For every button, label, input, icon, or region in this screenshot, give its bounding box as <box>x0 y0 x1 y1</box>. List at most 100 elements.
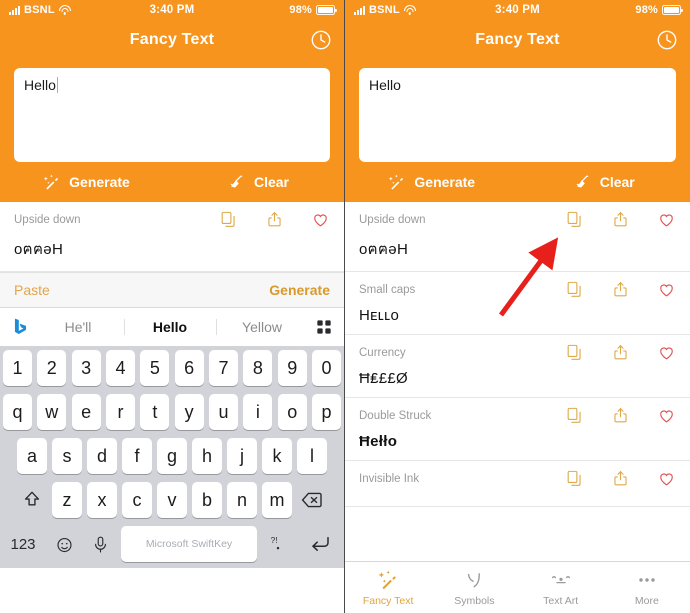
punctuation-key[interactable]: ?! <box>263 526 293 562</box>
key-b[interactable]: b <box>192 482 222 518</box>
share-icon[interactable] <box>611 343 630 362</box>
copy-icon[interactable] <box>219 210 238 229</box>
row-actions <box>565 210 676 229</box>
copy-icon[interactable] <box>565 280 584 299</box>
table-row[interactable]: Upside down oฅฅǝH <box>345 202 690 272</box>
key-6[interactable]: 6 <box>174 350 204 386</box>
key-4[interactable]: 4 <box>106 350 135 386</box>
key-s[interactable]: s <box>52 438 82 474</box>
clear-button-label: Clear <box>253 174 290 190</box>
row-actions <box>219 210 330 229</box>
backspace-icon[interactable] <box>297 482 327 518</box>
row-header: Invisible Ink <box>359 469 676 488</box>
clear-button[interactable]: Clear <box>518 172 690 192</box>
heart-icon[interactable] <box>657 406 676 425</box>
share-icon[interactable] <box>611 469 630 488</box>
key-a[interactable]: a <box>17 438 47 474</box>
key-c[interactable]: c <box>122 482 152 518</box>
key-e[interactable]: e <box>71 394 101 430</box>
key-7[interactable]: 7 <box>209 350 238 386</box>
table-row[interactable]: Small caps Hᴇʟʟᴏ <box>345 272 690 335</box>
key-x[interactable]: x <box>87 482 117 518</box>
emoji-smiley-icon[interactable] <box>49 526 79 562</box>
key-g[interactable]: g <box>157 438 187 474</box>
microphone-icon[interactable] <box>85 526 115 562</box>
heart-icon[interactable] <box>657 210 676 229</box>
row-actions <box>565 406 676 425</box>
tab-symbols[interactable]: Symbols <box>431 568 517 607</box>
copy-icon[interactable] <box>565 469 584 488</box>
copy-icon[interactable] <box>565 343 584 362</box>
key-0[interactable]: 0 <box>312 350 341 386</box>
generate-link-button[interactable]: Generate <box>269 282 330 298</box>
clock-history-icon[interactable] <box>656 29 678 51</box>
heart-icon[interactable] <box>657 469 676 488</box>
generate-button[interactable]: Generate <box>345 172 518 192</box>
suggestion-0[interactable]: He'll <box>32 319 124 335</box>
clear-button[interactable]: Clear <box>172 172 344 192</box>
key-d[interactable]: d <box>87 438 117 474</box>
results-list: Upside down <box>0 202 344 272</box>
key-9[interactable]: 9 <box>277 350 307 386</box>
table-row[interactable]: Upside down oฅฅǝH <box>0 202 344 272</box>
key-1[interactable]: 1 <box>3 350 32 386</box>
return-arrow-icon[interactable] <box>299 526 341 562</box>
shift-arrow-icon[interactable] <box>17 482 47 518</box>
share-icon[interactable] <box>611 210 630 229</box>
share-icon[interactable] <box>611 406 630 425</box>
key-h[interactable]: h <box>192 438 222 474</box>
heart-icon[interactable] <box>657 343 676 362</box>
keyboard-row-low: z x c v b n m <box>0 478 344 522</box>
share-icon[interactable] <box>611 280 630 299</box>
key-k[interactable]: k <box>262 438 292 474</box>
suggestion-1[interactable]: Hello <box>124 319 216 335</box>
numeric-key[interactable]: 123 <box>3 526 43 562</box>
key-3[interactable]: 3 <box>71 350 101 386</box>
svg-text:?!: ?! <box>271 536 278 545</box>
key-p[interactable]: p <box>312 394 341 430</box>
copy-icon[interactable] <box>565 210 584 229</box>
tab-fancy-text[interactable]: Fancy Text <box>345 568 431 607</box>
grid-menu-icon[interactable] <box>314 317 334 337</box>
key-r[interactable]: r <box>106 394 135 430</box>
tab-more[interactable]: More <box>604 568 690 607</box>
table-row[interactable]: Double Struck Ħełło <box>345 398 690 461</box>
key-l[interactable]: l <box>297 438 327 474</box>
key-t[interactable]: t <box>140 394 170 430</box>
key-i[interactable]: i <box>243 394 273 430</box>
suggestion-2[interactable]: Yellow <box>216 319 308 335</box>
paste-button[interactable]: Paste <box>14 282 50 298</box>
bing-logo-icon[interactable] <box>10 316 32 338</box>
keyboard: He'll Hello Yellow 1 2 3 4 5 6 7 8 9 0 q… <box>0 308 344 568</box>
text-input[interactable]: Hello <box>14 68 330 162</box>
key-2[interactable]: 2 <box>37 350 67 386</box>
tab-text-art[interactable]: Text Art <box>518 568 604 607</box>
key-z[interactable]: z <box>52 482 82 518</box>
key-5[interactable]: 5 <box>140 350 170 386</box>
copy-icon[interactable] <box>565 406 584 425</box>
keyboard-row-bottom: 123 Microsoft SwiftKey ?! <box>0 522 344 568</box>
key-m[interactable]: m <box>262 482 292 518</box>
key-y[interactable]: y <box>174 394 204 430</box>
key-w[interactable]: w <box>37 394 67 430</box>
heart-icon[interactable] <box>657 280 676 299</box>
table-row[interactable]: Currency Ħ₤££Ø <box>345 335 690 398</box>
text-art-face-icon <box>548 568 574 592</box>
key-q[interactable]: q <box>3 394 32 430</box>
sparkle-wand-icon <box>376 568 400 592</box>
key-v[interactable]: v <box>157 482 187 518</box>
heart-icon[interactable] <box>311 210 330 229</box>
share-icon[interactable] <box>265 210 284 229</box>
key-f[interactable]: f <box>122 438 152 474</box>
table-row[interactable]: Invisible Ink <box>345 461 690 507</box>
key-j[interactable]: j <box>227 438 257 474</box>
key-8[interactable]: 8 <box>243 350 273 386</box>
clock-history-icon[interactable] <box>310 29 332 51</box>
text-input[interactable]: Hello <box>359 68 676 162</box>
space-key[interactable]: Microsoft SwiftKey <box>121 526 257 562</box>
generate-button[interactable]: Generate <box>0 172 172 192</box>
row-header: Upside down <box>14 210 330 229</box>
key-n[interactable]: n <box>227 482 257 518</box>
key-u[interactable]: u <box>209 394 238 430</box>
key-o[interactable]: o <box>277 394 307 430</box>
